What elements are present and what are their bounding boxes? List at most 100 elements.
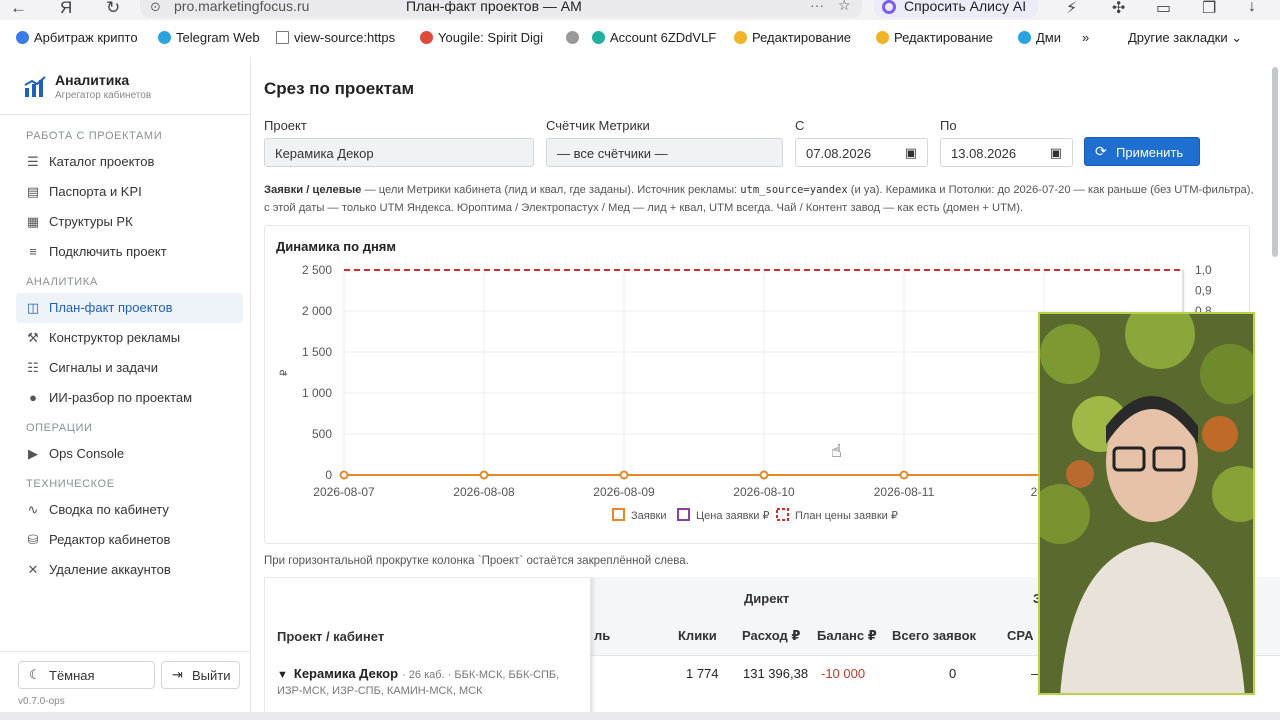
logout-button[interactable]: ⇥ Выйти <box>161 661 240 689</box>
bookmark-star-icon[interactable]: ☆ <box>838 0 851 14</box>
sidebar-item-catalog[interactable]: ☰ Каталог проектов <box>16 147 243 177</box>
address-bar[interactable]: ⊙ pro.marketingfocus.ru План-факт проект… <box>140 0 862 18</box>
bookmark-2[interactable]: view-source:https <box>276 30 402 45</box>
extension-icon[interactable]: ⚡ <box>1066 0 1077 18</box>
sidebar-item-structures[interactable]: ▦ Структуры РК <box>16 207 243 237</box>
column-header-balance[interactable]: Баланс ₽ <box>817 628 877 644</box>
analytics-logo-icon <box>24 76 46 97</box>
back-icon[interactable]: ← <box>10 0 27 18</box>
data-point-leads <box>899 470 909 480</box>
data-point-leads <box>339 470 349 480</box>
dark-theme-button[interactable]: ☾ Тёмная <box>18 661 155 689</box>
close-icon: ✕ <box>27 562 39 577</box>
from-date-input[interactable]: 07.08.2026 ▣ <box>795 138 928 167</box>
scroll-hint: При горизонтальной прокрутке колонка `Пр… <box>264 555 689 567</box>
to-date-input[interactable]: 13.08.2026 ▣ <box>940 138 1073 167</box>
bookmarks-more[interactable]: » <box>1082 30 1098 45</box>
url-text: pro.marketingfocus.ru <box>174 0 310 14</box>
sidebar-item-passports[interactable]: ▤ Паспорта и KPI <box>16 177 243 207</box>
sidebar-item-signals[interactable]: ☷ Сигналы и задачи <box>16 353 243 383</box>
page-title: Срез по проектам <box>264 79 415 98</box>
apply-button[interactable]: ⟳ Применить <box>1084 137 1200 166</box>
legend-label: План цены заявки ₽ <box>795 510 898 522</box>
webcam-person-image <box>1040 314 1253 693</box>
section-analytics: АНАЛИТИКА <box>26 276 98 288</box>
divider <box>0 114 250 115</box>
sidebar-item-constructor[interactable]: ⚒ Конструктор рекламы <box>16 323 243 353</box>
brand-subtitle: Агрегатор кабинетов <box>55 90 152 101</box>
y-axis-label: ₽ <box>279 369 290 376</box>
bookmark-0[interactable]: Арбитраж крипто <box>16 30 144 45</box>
section-operations: ОПЕРАЦИИ <box>26 422 93 434</box>
bookmark-icon <box>16 31 29 44</box>
pulse-icon: ∿ <box>27 502 39 517</box>
project-select[interactable]: Керамика Декор <box>264 138 534 167</box>
bookmark-7[interactable]: Редактирование <box>876 30 1004 45</box>
x-tick-label: 2026-08-08 <box>453 485 515 499</box>
puzzle-icon[interactable]: ✣ <box>1112 0 1125 18</box>
column-header-clicks[interactable]: Клики <box>678 628 717 643</box>
y-tick-label: 0 <box>325 468 332 482</box>
counter-select[interactable]: — все счётчики — <box>546 138 783 167</box>
counter-label: Счётчик Метрики <box>546 118 650 133</box>
version-label: v0.7.0-ops <box>18 696 65 707</box>
bookmarks-bar: Арбитраж крипто Telegram Web view-source… <box>0 28 1280 50</box>
sidebar-item-summary[interactable]: ∿ Сводка по кабинету <box>16 495 243 525</box>
data-point-leads <box>619 470 629 480</box>
download-icon[interactable]: ↓ <box>1248 0 1256 16</box>
sidebar-item-delete[interactable]: ✕ Удаление аккаунтов <box>16 555 243 585</box>
sidebar-item-planfact[interactable]: ◫ План-факт проектов <box>16 293 243 323</box>
source-note: Заявки / целевые — цели Метрики кабинета… <box>264 184 1254 214</box>
x-tick-label: 2026-08-09 <box>593 485 655 499</box>
table-row[interactable]: ▼ Керамика Декор · 26 каб. · ББК-МСК, ББК-… <box>277 666 559 681</box>
hammer-icon: ⚒ <box>27 330 39 345</box>
sidebar-item-connect[interactable]: ≡ Подключить проект <box>16 237 243 267</box>
y-tick-label: 2 000 <box>302 304 332 318</box>
scrollbar[interactable] <box>1270 57 1280 720</box>
sidebar-item-editor[interactable]: ⛁ Редактор кабинетов <box>16 525 243 555</box>
x-tick-label: 2026-08-10 <box>733 485 795 499</box>
column-header-leads[interactable]: Всего заявок <box>892 628 976 643</box>
page-icon <box>276 31 289 44</box>
bookmark-4[interactable] <box>566 30 584 45</box>
more-icon[interactable]: ··· <box>810 0 824 13</box>
reload-icon[interactable]: ↻ <box>106 0 120 18</box>
logout-icon: ⇥ <box>172 667 183 682</box>
column-header-partial[interactable]: ль <box>594 628 610 643</box>
browser-toolbar: ← Я ↻ ⊙ pro.marketingfocus.ru План-факт … <box>0 0 1280 20</box>
legend-label: Заявки <box>631 510 667 522</box>
structure-icon: ▦ <box>26 214 40 229</box>
calendar-icon[interactable]: ▣ <box>1050 145 1062 161</box>
column-header-project[interactable]: Проект / кабинет <box>277 629 384 644</box>
other-bookmarks[interactable]: Другие закладки ⌄ <box>1128 30 1258 46</box>
cell-clicks: 1 774 <box>686 666 719 681</box>
section-projects: РАБОТА С ПРОЕКТАМИ <box>26 130 163 142</box>
cell-spend: 131 396,38 <box>743 666 809 681</box>
calendar-icon[interactable]: ▣ <box>905 145 917 161</box>
alice-button[interactable]: Спросить Алису AI <box>874 0 1039 18</box>
row-cabinets: ИЗР-МСК, ИЗР-СПБ, КАМИН-МСК, МСК <box>277 685 483 697</box>
account-icon <box>592 31 605 44</box>
bookmark-8[interactable]: Дми <box>1018 30 1070 45</box>
expand-triangle-icon[interactable]: ▼ <box>277 669 288 681</box>
sticky-project-column: Проект / кабинет ▼ Керамика Декор · 26 каб… <box>264 577 591 720</box>
bookmark-3[interactable]: Yougile: Spirit Digi <box>420 30 554 45</box>
yandex-icon[interactable]: Я <box>60 0 72 18</box>
bookmark-6[interactable]: Редактирование <box>734 30 862 45</box>
cell-balance: -10 000 <box>821 666 866 681</box>
column-header-cpa[interactable]: CPA <box>1007 628 1033 643</box>
scrollbar-thumb[interactable] <box>1272 67 1278 257</box>
sidebar-item-ops[interactable]: ▶ Ops Console <box>16 439 243 469</box>
collections-icon[interactable]: ❐ <box>1202 0 1216 18</box>
telegram-icon <box>158 31 171 44</box>
tab-title: План-факт проектов — АМ <box>406 0 582 14</box>
y-tick-label: 1 500 <box>302 345 332 359</box>
column-header-spend[interactable]: Расход ₽ <box>742 628 800 644</box>
sidebar-item-ai[interactable]: ● ИИ-разбор по проектам <box>16 383 243 413</box>
webcam-overlay <box>1038 312 1255 695</box>
battery-icon[interactable]: ▭ <box>1156 0 1171 18</box>
divider <box>0 651 250 652</box>
signals-icon: ☷ <box>27 360 39 375</box>
bookmark-1[interactable]: Telegram Web <box>158 30 266 45</box>
bookmark-5[interactable]: Account 6ZDdVLF <box>592 30 720 45</box>
